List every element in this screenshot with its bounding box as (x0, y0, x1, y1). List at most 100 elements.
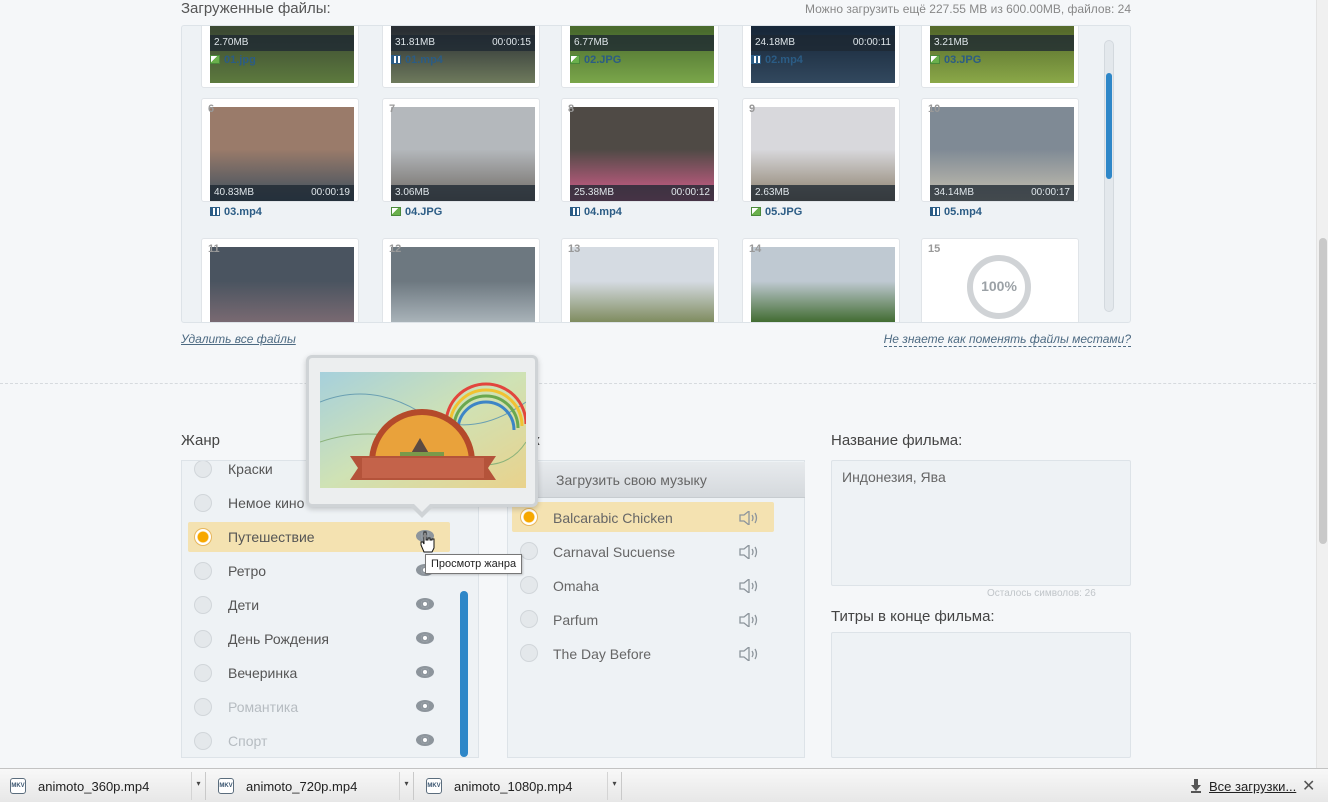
music-radio[interactable] (520, 542, 538, 560)
genre-radio[interactable] (194, 732, 212, 750)
genre-radio[interactable] (194, 664, 212, 682)
file-number: 14 (749, 243, 762, 255)
speaker-icon[interactable] (739, 511, 761, 525)
music-radio[interactable] (520, 576, 538, 594)
uploads-title: Загруженные файлы: (181, 0, 331, 17)
eye-icon[interactable] (416, 666, 434, 678)
video-icon (930, 207, 940, 216)
file-card[interactable]: 2.70MB 01.jpg (201, 26, 359, 88)
file-name[interactable]: 03.mp4 (210, 206, 262, 218)
genre-radio[interactable] (194, 698, 212, 716)
genre-item[interactable]: Вечеринка (188, 658, 450, 688)
eye-icon[interactable] (416, 700, 434, 712)
genre-radio[interactable] (194, 528, 212, 546)
file-card[interactable]: 11 (201, 238, 359, 322)
genre-radio[interactable] (194, 461, 212, 478)
music-track-label: Omaha (553, 578, 599, 594)
download-item[interactable]: MKV animoto_1080p.mp4 ▾ (416, 772, 622, 800)
genre-preview-popup (306, 355, 538, 518)
file-name[interactable]: 05.JPG (751, 206, 802, 218)
music-track[interactable]: Carnaval Sucuense (512, 536, 774, 566)
file-card[interactable]: 12 (382, 238, 540, 322)
image-icon (391, 207, 401, 216)
file-number: 15 (928, 243, 941, 255)
file-card[interactable]: 24.18MB 00:00:11 02.mp4 (742, 26, 900, 88)
speaker-icon[interactable] (739, 579, 761, 593)
page-scrollbar-thumb[interactable] (1319, 238, 1327, 544)
file-name[interactable]: 02.mp4 (751, 54, 803, 66)
genre-item[interactable]: Романтика (188, 692, 450, 722)
image-icon (751, 207, 761, 216)
download-item[interactable]: MKV animoto_360p.mp4 ▾ (0, 772, 206, 800)
file-card[interactable]: 8 25.38MB 00:00:12 04.mp4 (561, 98, 719, 218)
genre-radio[interactable] (194, 630, 212, 648)
upload-music-button[interactable]: Загрузить свою музыку (530, 462, 805, 498)
file-size: 3.21MB (934, 37, 969, 48)
file-card[interactable]: 7 3.06MB 04.JPG (382, 98, 540, 218)
genre-radio[interactable] (194, 562, 212, 580)
files-scrollbar[interactable] (1104, 40, 1114, 312)
file-card[interactable]: 6.77MB 02.JPG (561, 26, 719, 88)
file-name[interactable]: 04.JPG (391, 206, 442, 218)
file-info-bar: 3.06MB (391, 185, 535, 201)
film-title-input[interactable]: Индонезия, Ява (831, 460, 1131, 586)
music-radio[interactable] (520, 644, 538, 662)
file-info-bar: 40.83MB 00:00:19 (210, 185, 354, 201)
file-card[interactable]: 31.81MB 00:00:15 01.mp4 (382, 26, 540, 88)
file-name[interactable]: 04.mp4 (570, 206, 622, 218)
file-card[interactable]: 10 34.14MB 00:00:17 05.mp4 (921, 98, 1079, 218)
speaker-icon[interactable] (739, 613, 761, 627)
file-name-text: 04.JPG (405, 206, 443, 218)
all-downloads-link[interactable]: Все загрузки... (1209, 779, 1296, 794)
eye-icon[interactable] (416, 734, 434, 746)
genre-item[interactable]: Спорт (188, 726, 450, 756)
music-track[interactable]: Balcarabic Chicken (512, 502, 774, 532)
genre-radio[interactable] (194, 596, 212, 614)
genre-item[interactable]: Путешествие (188, 522, 450, 552)
page-scrollbar[interactable] (1316, 0, 1328, 768)
file-card[interactable]: 100% 15 (921, 238, 1079, 322)
files-scrollbar-thumb[interactable] (1106, 73, 1112, 179)
file-name[interactable]: 03.JPG (930, 54, 981, 66)
file-name-text: 01.mp4 (405, 54, 443, 66)
file-card[interactable]: 13 (561, 238, 719, 322)
music-track[interactable]: The Day Before (512, 638, 774, 668)
file-card[interactable]: 14 (742, 238, 900, 322)
music-track[interactable]: Parfum (512, 604, 774, 634)
file-name[interactable]: 02.JPG (570, 54, 621, 66)
speaker-icon[interactable] (739, 545, 761, 559)
swap-files-help-link[interactable]: Не знаете как поменять файлы местами? (883, 332, 1131, 347)
close-download-bar-icon[interactable]: ✕ (1302, 776, 1315, 796)
genre-item[interactable]: Дети (188, 590, 450, 620)
genre-item[interactable]: День Рождения (188, 624, 450, 654)
eye-icon[interactable] (416, 598, 434, 610)
genre-scrollbar[interactable] (460, 591, 468, 757)
download-item[interactable]: MKV animoto_720p.mp4 ▾ (208, 772, 414, 800)
file-size: 40.83MB (214, 187, 255, 198)
file-name[interactable]: 01.mp4 (391, 54, 443, 66)
end-credits-input[interactable] (831, 632, 1131, 758)
file-number: 10 (928, 103, 941, 115)
download-file-name: animoto_720p.mp4 (246, 779, 358, 794)
music-track[interactable]: Omaha (512, 570, 774, 600)
file-card[interactable]: 3.21MB 03.JPG (921, 26, 1079, 88)
genre-item[interactable]: Ретро (188, 556, 450, 586)
chevron-down-icon[interactable]: ▾ (399, 772, 413, 800)
file-card[interactable]: 6 40.83MB 00:00:19 03.mp4 (201, 98, 359, 218)
file-name[interactable]: 05.mp4 (930, 206, 982, 218)
file-number: 7 (389, 103, 396, 115)
delete-all-files-link[interactable]: Удалить все файлы (181, 332, 296, 346)
file-card[interactable]: 9 2.63MB 05.JPG (742, 98, 900, 218)
music-radio[interactable] (520, 508, 538, 526)
speaker-icon[interactable] (739, 647, 761, 661)
file-size: 2.63MB (755, 187, 790, 198)
file-size: 2.70MB (214, 37, 249, 48)
eye-icon[interactable] (416, 632, 434, 644)
chevron-down-icon[interactable]: ▾ (607, 772, 621, 800)
genre-scrollbar-thumb[interactable] (460, 591, 468, 757)
file-name[interactable]: 01.jpg (210, 54, 256, 66)
music-radio[interactable] (520, 610, 538, 628)
chevron-down-icon[interactable]: ▾ (191, 772, 205, 800)
genre-radio[interactable] (194, 494, 212, 512)
upload-progress-ring: 100% (967, 255, 1031, 319)
